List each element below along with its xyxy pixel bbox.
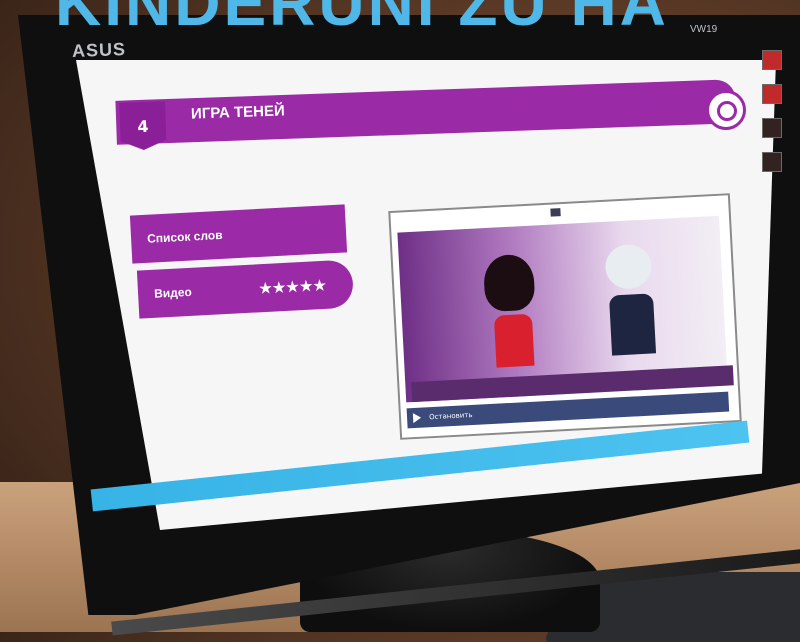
app-shortcut-icon[interactable] (762, 84, 782, 104)
boy-character (598, 243, 664, 356)
level-badge: 4 (119, 101, 167, 151)
rating-stars-icon: ★★★★★ (258, 276, 328, 296)
headline: KINDERUNI ZU HA (55, 0, 669, 39)
video-frame (397, 215, 734, 403)
game-title: ИГРА ТЕНЕЙ (190, 102, 286, 123)
app-shortcut-icon[interactable] (762, 118, 782, 138)
menu-item-word-list[interactable]: Список слов (129, 204, 348, 264)
app-shortcut-icon[interactable] (762, 152, 782, 172)
fullscreen-icon[interactable] (550, 208, 561, 217)
menu-item-label: Видео (153, 284, 193, 301)
menu-item-video[interactable]: Видео ★★★★★ (136, 259, 355, 319)
girl-character (479, 253, 545, 368)
play-icon[interactable] (412, 412, 422, 424)
monitor-model: VW19 (690, 24, 718, 35)
control-label: Остановить (428, 410, 473, 422)
app-logo-icon[interactable] (706, 90, 746, 130)
monitor-brand: ASUS (71, 39, 127, 61)
side-icon-bar (762, 50, 782, 186)
video-player[interactable]: Остановить (388, 193, 742, 440)
app-shortcut-icon[interactable] (762, 50, 782, 70)
menu-item-label: Список слов (146, 227, 223, 246)
